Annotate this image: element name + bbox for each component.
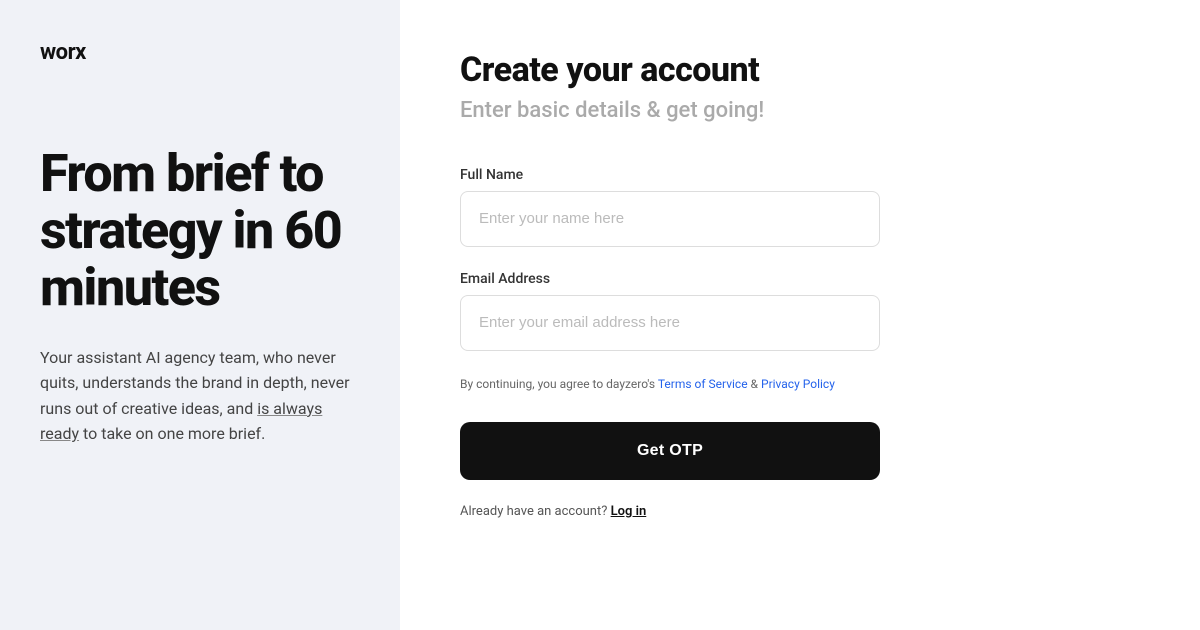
email-input[interactable] (460, 295, 880, 351)
headline: From brief to strategy in 60 minutes (40, 145, 360, 317)
subtext: Your assistant AI agency team, who never… (40, 345, 360, 447)
subtext-emphasis: is always ready (40, 399, 322, 444)
email-group: Email Address (460, 271, 1140, 351)
email-label: Email Address (460, 271, 1140, 287)
terms-of-service-link[interactable]: Terms of Service (658, 377, 748, 391)
get-otp-button[interactable]: Get OTP (460, 422, 880, 480)
right-panel: Create your account Enter basic details … (400, 0, 1200, 630)
terms-between: & (748, 377, 761, 391)
left-panel: worx From brief to strategy in 60 minute… (0, 0, 400, 630)
login-prefix: Already have an account? (460, 504, 611, 519)
full-name-label: Full Name (460, 167, 1140, 183)
full-name-input[interactable] (460, 191, 880, 247)
form-title: Create your account (460, 50, 1140, 90)
terms-text: By continuing, you agree to dayzero's Te… (460, 375, 880, 394)
terms-prefix: By continuing, you agree to dayzero's (460, 377, 658, 391)
login-text: Already have an account? Log in (460, 504, 1140, 519)
login-link[interactable]: Log in (611, 504, 647, 519)
logo: worx (40, 40, 360, 65)
full-name-group: Full Name (460, 167, 1140, 247)
form-subtitle: Enter basic details & get going! (460, 96, 1140, 127)
privacy-policy-link[interactable]: Privacy Policy (761, 377, 835, 391)
